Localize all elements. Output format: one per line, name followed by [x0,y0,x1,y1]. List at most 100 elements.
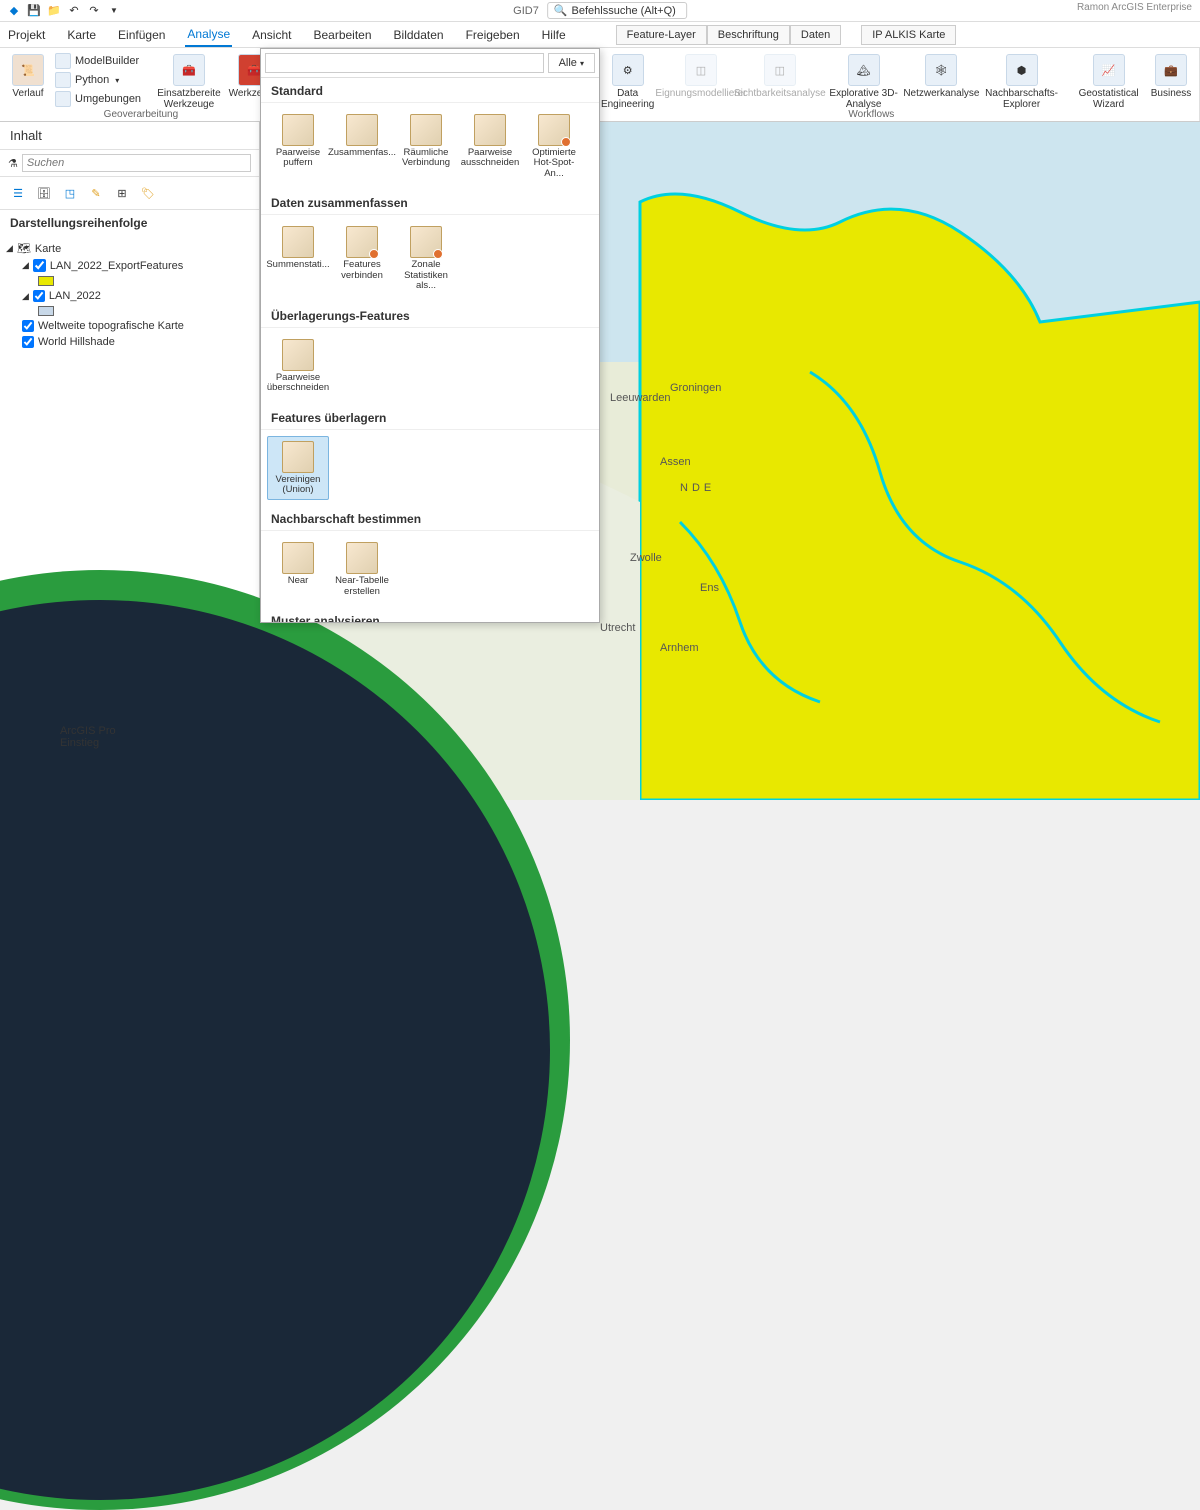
tree-layer-hillshade[interactable]: World Hillshade [6,334,253,350]
document-title: GID7 [513,5,539,17]
ribbon-sichtbarkeit-button[interactable]: ◫Sichtbarkeitsanalyse [742,52,817,101]
layer-visibility-checkbox[interactable] [22,320,34,332]
history-icon: 📜 [12,54,44,86]
tool-label: Optimierte Hot-Spot-An... [526,148,582,179]
ribbon-modelbuilder-button[interactable]: ModelBuilder [52,52,144,70]
chevron-down-icon: ▾ [115,76,119,85]
lock-icon [561,137,571,147]
gallery-tool[interactable]: Optimierte Hot-Spot-An... [523,109,585,184]
tool-label: Zonale Statistiken als... [398,260,454,291]
ribbon: 📜 Verlauf ModelBuilder Python▾ Umgebunge… [0,48,1200,122]
layer-visibility-checkbox[interactable] [33,290,45,302]
gallery-tool[interactable]: Vereinigen (Union) [267,436,329,501]
gallery-tool[interactable]: Summenstati... [267,221,329,296]
search-icon: 🔍 [554,4,568,17]
gallery-tool[interactable]: Features verbinden [331,221,393,296]
suitability-icon: ◫ [685,54,717,86]
tool-label: Summenstati... [266,260,329,270]
command-search[interactable]: 🔍 Befehlssuche (Alt+Q) [547,2,687,19]
ctx-ip-alkis[interactable]: IP ALKIS Karte [861,25,956,45]
list-by-drawing-icon[interactable]: ☰ [8,183,28,203]
tree-layer-lan2022[interactable]: ◢ LAN_2022 [6,288,253,304]
ribbon-data-engineering-button[interactable]: ⚙Data Engineering [596,52,660,112]
menu-projekt[interactable]: Projekt [6,24,47,46]
gallery-tool[interactable]: Paarweise puffern [267,109,329,184]
ctx-beschriftung[interactable]: Beschriftung [707,25,790,45]
menu-ansicht[interactable]: Ansicht [250,24,293,46]
tool-label: Paarweise ausschneiden [461,148,520,169]
tool-icon [282,339,314,371]
gallery-tool-row: NearNear-Tabelle erstellen [261,531,599,608]
tool-label: Features verbinden [334,260,390,281]
ctx-daten[interactable]: Daten [790,25,841,45]
menu-freigeben[interactable]: Freigeben [464,24,522,46]
ribbon-netzwerk-button[interactable]: 🕸Netzwerkanalyse [910,52,973,101]
gallery-tool[interactable]: Near [267,537,329,602]
contents-toolbar: ☰ 🗄 ◳ ✎ ⊞ 🏷 [0,177,259,210]
ribbon-verlauf-button[interactable]: 📜 Verlauf [8,52,48,101]
gallery-tool[interactable]: Paarweise überschneiden [267,334,329,399]
list-by-labeling-icon[interactable]: 🏷 [138,183,158,203]
gallery-section-header: Überlagerungs-Features [261,303,599,328]
layer-visibility-checkbox[interactable] [22,336,34,348]
ribbon-eignung-button[interactable]: ◫Eignungsmodellierer [664,52,739,101]
layer-visibility-checkbox[interactable] [33,259,46,272]
ribbon-python-button[interactable]: Python▾ [52,71,144,89]
undo-icon[interactable]: ↶ [66,3,82,19]
gallery-tool-row: Paarweise puffernZusammenfas...Räumliche… [261,103,599,190]
filter-icon[interactable]: ⚗ [8,157,18,170]
list-by-source-icon[interactable]: 🗄 [34,183,54,203]
gallery-section-header: Muster analysieren [261,608,599,623]
app-icon: ◆ [6,3,22,19]
tree-layer-basemap-topo[interactable]: Weltweite topografische Karte [6,318,253,334]
gallery-section-header: Standard [261,78,599,103]
open-icon[interactable]: 📁 [46,3,62,19]
list-by-selection-icon[interactable]: ◳ [60,183,80,203]
gallery-tool[interactable]: Räumliche Verbindung [395,109,457,184]
menu-karte[interactable]: Karte [65,24,98,46]
menu-bearbeiten[interactable]: Bearbeiten [311,24,373,46]
ribbon-geostat-button[interactable]: 📈Geostatistical Wizard [1070,52,1147,112]
ctx-feature-layer[interactable]: Feature-Layer [616,25,707,45]
user-info[interactable]: Ramon ArcGIS Enterprise [1077,2,1192,13]
contents-search-row: ⚗ [0,150,259,177]
gallery-tool[interactable]: Paarweise ausschneiden [459,109,521,184]
gallery-tool[interactable]: Near-Tabelle erstellen [331,537,393,602]
ribbon-nachbarschaft-button[interactable]: ⬢Nachbarschafts-Explorer [977,52,1066,112]
tool-label: Räumliche Verbindung [398,148,454,169]
contents-search-input[interactable] [22,154,251,172]
tree-swatch-lan2022[interactable] [6,304,253,318]
tool-label: Paarweise überschneiden [267,373,329,394]
list-by-editing-icon[interactable]: ✎ [86,183,106,203]
tool-gallery-dropdown: Alle ▾ StandardPaarweise puffernZusammen… [260,48,600,623]
tool-icon [346,542,378,574]
ribbon-einsatzbereite-button[interactable]: 🧰 Einsatzbereite Werkzeuge [148,52,230,112]
tool-icon [410,114,442,146]
tree-swatch-export[interactable] [6,274,253,288]
tree-layer-export[interactable]: ◢ LAN_2022_ExportFeatures [6,257,253,274]
menu-bilddaten[interactable]: Bilddaten [392,24,446,46]
menu-einfuegen[interactable]: Einfügen [116,24,167,46]
menu-analyse[interactable]: Analyse [185,23,232,47]
business-icon: 💼 [1155,54,1187,86]
python-icon [55,72,71,88]
gallery-tool[interactable]: Zusammenfas... [331,109,393,184]
gallery-tool[interactable]: Zonale Statistiken als... [395,221,457,296]
ribbon-business-button[interactable]: 💼Business [1151,52,1191,101]
ribbon-umgebungen-button[interactable]: Umgebungen [52,90,144,108]
contents-title: Inhalt [0,122,259,150]
menu-hilfe[interactable]: Hilfe [540,24,568,46]
layer-symbol-swatch [38,276,54,286]
gallery-search-input[interactable] [265,53,544,73]
tree-map-root[interactable]: ◢ 🗺 Karte [6,240,253,257]
redo-icon[interactable]: ↷ [86,3,102,19]
ribbon-explorative-button[interactable]: 🏔Explorative 3D-Analyse [821,52,906,112]
tool-icon [410,226,442,258]
save-icon[interactable]: 💾 [26,3,42,19]
list-by-snapping-icon[interactable]: ⊞ [112,183,132,203]
tool-label: Near-Tabelle erstellen [334,576,390,597]
tool-icon [538,114,570,146]
gallery-section-header: Features überlagern [261,405,599,430]
gallery-filter-dropdown[interactable]: Alle ▾ [548,53,595,73]
qat-dropdown-icon[interactable]: ▼ [106,3,122,19]
